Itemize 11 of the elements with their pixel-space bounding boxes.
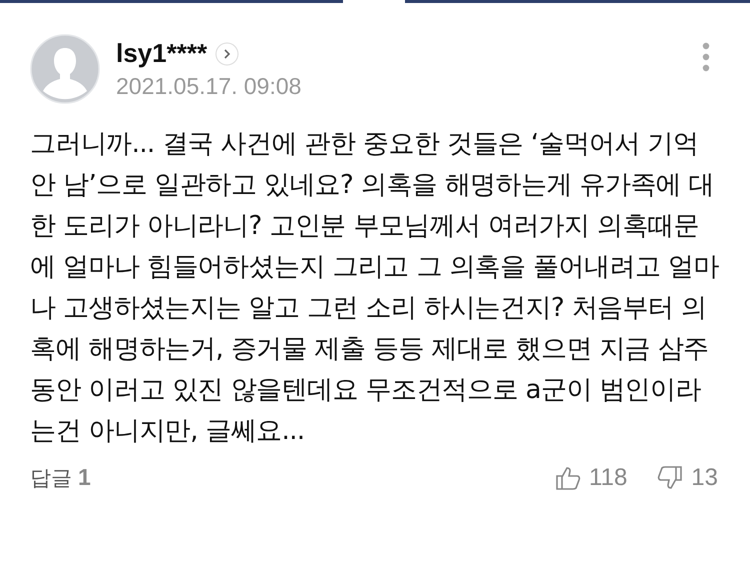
like-count: 118 (589, 464, 628, 492)
author-name[interactable]: lsy1**** (116, 38, 208, 69)
comment-text: 그러니까... 결국 사건에 관한 중요한 것들은 ‘술먹어서 기억 안 남’으로 일관하고 있네요? 의혹을 해명하는게 유가족에 대한 도리가 아니라니? 고인분 부모님께서 여러가지 의혹때문에 얼마나 힘들어하셨는지 그리고 그 의혹을 풀어내려고 얼마나 고생하셨는지는 알고 그런 소리 하시는건지? 처음부터 의혹에 해명하는거, 증거물 제출 등등 제대로 했으면 지금 삼주동안 이러고 있진 않을텐데요 무조건적으로 a군이 범인이라는건 아니지만, 글쎄요... (30, 128, 720, 448)
thumbs-up-icon[interactable] (555, 465, 582, 491)
dislike-count: 13 (691, 464, 718, 492)
replies-link[interactable]: 답글 1 (30, 464, 556, 492)
avatar-icon (30, 34, 100, 104)
comment-date: 2021.05.17. 09:08 (116, 73, 302, 100)
more-options-icon[interactable] (702, 42, 710, 72)
thumbs-down-icon[interactable] (657, 465, 684, 491)
chevron-right-icon[interactable] (215, 42, 240, 66)
